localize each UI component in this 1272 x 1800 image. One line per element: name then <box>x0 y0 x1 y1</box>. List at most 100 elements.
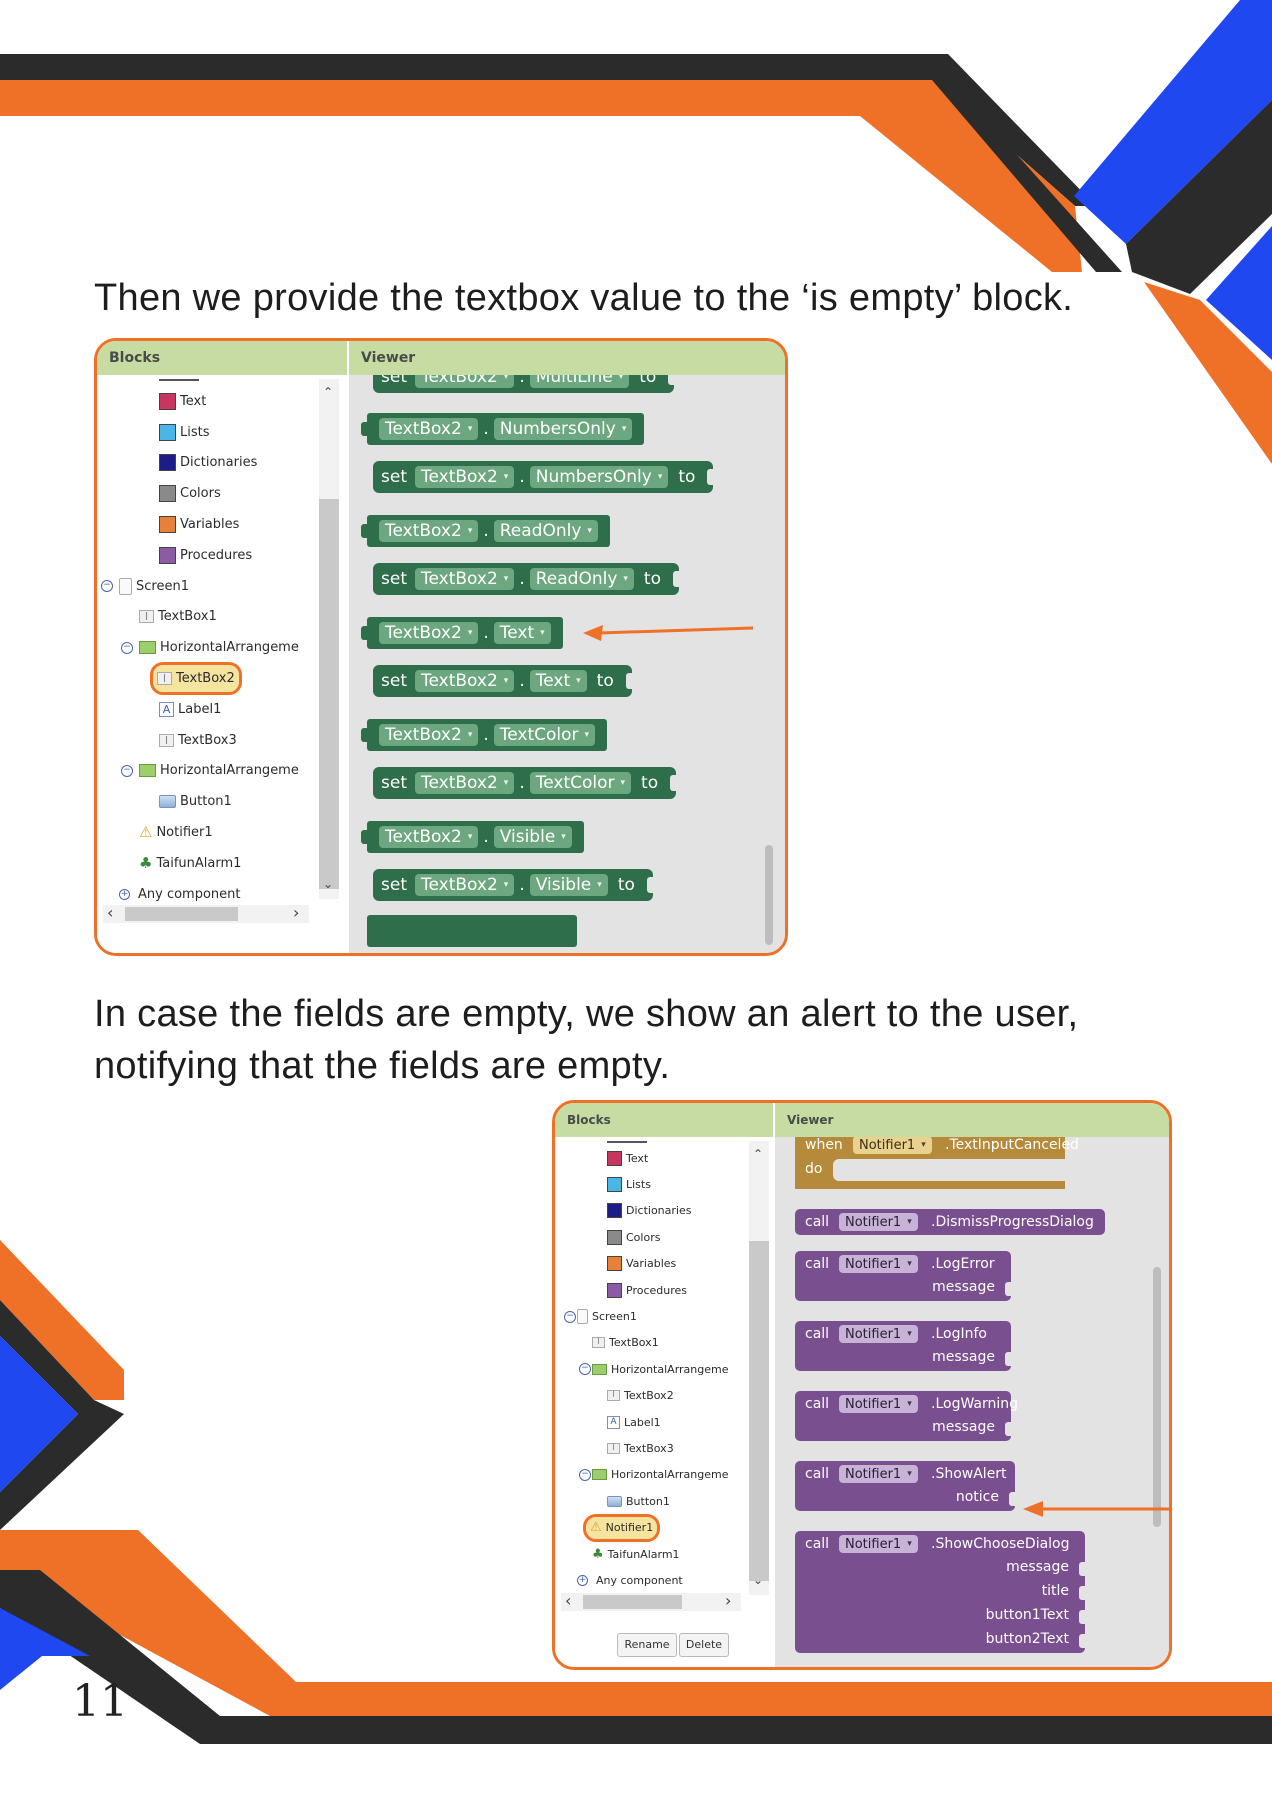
property-dropdown[interactable]: Text ▾ <box>529 670 587 692</box>
component-dropdown[interactable]: TextBox2 ▾ <box>379 622 479 644</box>
component-dropdown[interactable]: TextBox2 ▾ <box>379 724 479 746</box>
property-dropdown[interactable]: NumbersOnly ▾ <box>529 466 669 488</box>
scrollbar-thumb[interactable] <box>319 499 339 889</box>
scrollbar-thumb[interactable] <box>749 1241 769 1581</box>
property-dropdown[interactable]: TextColor ▾ <box>493 724 596 746</box>
component-dropdown[interactable]: Notifier1 ▾ <box>839 1535 918 1553</box>
tree-item[interactable]: − Screen1 <box>101 571 189 602</box>
expand-toggle-icon[interactable]: + <box>119 888 130 900</box>
getter-block[interactable]: TextBox2 ▾. ReadOnly ▾ <box>361 515 610 547</box>
tree-item[interactable]: A Label1 <box>607 1409 661 1435</box>
collapse-toggle-icon[interactable]: − <box>564 1310 576 1323</box>
component-dropdown[interactable]: TextBox2 ▾ <box>414 375 515 388</box>
method-call-block[interactable]: call Notifier1 ▾ .LogInfo message <box>795 1321 1011 1371</box>
blocks-viewer[interactable]: set TextBox2 ▾. MultiLine ▾ to TextBox2 ▾. Numbe… <box>349 375 785 953</box>
component-dropdown[interactable]: Notifier1 ▾ <box>839 1395 918 1413</box>
tree-item[interactable]: ♣ TaifunAlarm1 <box>592 1541 680 1567</box>
tree-item[interactable]: − Screen1 <box>564 1303 637 1329</box>
setter-block[interactable]: set TextBox2 ▾. Visible ▾ to <box>373 869 653 901</box>
scroll-left-icon[interactable]: ‹ <box>107 903 113 922</box>
tree-vertical-scrollbar[interactable]: ⌃ ⌄ <box>749 1141 769 1595</box>
blocks-viewer[interactable]: when Notifier1 ▾ .TextInputCanceled do call No… <box>775 1137 1169 1667</box>
tree-item[interactable]: Variables <box>607 1251 676 1277</box>
event-handler-block[interactable]: when Notifier1 ▾ .TextInputCanceled do <box>795 1137 1079 1189</box>
method-call-block[interactable]: call Notifier1 ▾ .ShowAlert notice <box>795 1461 1015 1511</box>
method-call-block[interactable]: call Notifier1 ▾ .LogWarning message <box>795 1391 1018 1441</box>
scroll-down-icon[interactable]: ⌄ <box>323 877 333 891</box>
scroll-left-icon[interactable]: ‹ <box>565 1591 571 1610</box>
viewer-scrollbar[interactable] <box>765 845 773 945</box>
collapse-toggle-icon[interactable]: − <box>579 1363 591 1376</box>
delete-button[interactable]: Delete <box>679 1633 729 1657</box>
tree-item[interactable]: Procedures <box>607 1277 687 1303</box>
tree-item[interactable]: − HorizontalArrangeme <box>121 632 299 663</box>
tree-item[interactable]: Text <box>159 386 206 417</box>
tree-item[interactable]: − HorizontalArrangeme <box>579 1462 729 1488</box>
tree-item[interactable]: I TextBox2 <box>150 662 242 695</box>
getter-block[interactable]: TextBox2 ▾. Text ▾ <box>361 617 563 649</box>
property-dropdown[interactable]: NumbersOnly ▾ <box>493 418 633 440</box>
tree-item[interactable]: ♣ TaifunAlarm1 <box>139 848 241 879</box>
component-dropdown[interactable]: Notifier1 ▾ <box>839 1325 918 1343</box>
property-dropdown[interactable]: Visible ▾ <box>529 874 608 896</box>
component-dropdown[interactable]: TextBox2 ▾ <box>379 520 479 542</box>
tree-vertical-scrollbar[interactable]: ⌃ ⌄ <box>319 379 339 899</box>
tree-item[interactable]: Text <box>607 1145 648 1171</box>
tree-item[interactable]: Colors <box>159 478 221 509</box>
tree-item[interactable]: Colors <box>607 1224 660 1250</box>
getter-block[interactable]: TextBox2 ▾. Visible ▾ <box>361 821 584 853</box>
collapse-toggle-icon[interactable]: − <box>121 764 133 777</box>
tree-item[interactable]: Lists <box>159 417 210 448</box>
component-dropdown[interactable]: Notifier1 ▾ <box>839 1213 918 1231</box>
property-dropdown[interactable]: Visible ▾ <box>493 826 572 848</box>
setter-block[interactable]: set TextBox2 ▾. Text ▾ to <box>373 665 632 697</box>
tree-item[interactable]: A Label1 <box>159 694 221 725</box>
getter-block[interactable]: TextBox2 ▾. TextColor ▾ <box>361 719 608 751</box>
method-call-block[interactable]: call Notifier1 ▾ .LogError message <box>795 1251 1011 1301</box>
getter-block[interactable]: TextBox2 ▾. NumbersOnly ▾ <box>361 413 645 445</box>
property-dropdown[interactable]: ReadOnly ▾ <box>529 568 634 590</box>
tree-item[interactable]: I TextBox3 <box>159 725 237 756</box>
setter-block[interactable]: set TextBox2 ▾. ReadOnly ▾ to <box>373 563 679 595</box>
collapse-toggle-icon[interactable]: − <box>579 1468 591 1481</box>
viewer-scrollbar[interactable] <box>1153 1267 1161 1527</box>
scroll-down-icon[interactable]: ⌄ <box>753 1573 763 1587</box>
property-dropdown[interactable]: TextColor ▾ <box>529 772 632 794</box>
tree-item[interactable]: Variables <box>159 509 239 540</box>
tree-item[interactable]: I TextBox3 <box>607 1435 674 1461</box>
scroll-right-icon[interactable]: › <box>725 1591 731 1610</box>
component-dropdown[interactable]: Notifier1 ▾ <box>853 1137 932 1154</box>
setter-block[interactable]: set TextBox2 ▾. NumbersOnly ▾ to <box>373 461 714 493</box>
property-dropdown[interactable]: Text ▾ <box>493 622 551 644</box>
tree-item[interactable]: − HorizontalArrangeme <box>121 756 299 787</box>
tree-item[interactable]: I TextBox1 <box>139 602 217 633</box>
tree-item[interactable]: − HorizontalArrangeme <box>579 1356 729 1382</box>
tree-item[interactable]: ⚠ Notifier1 <box>582 1513 661 1543</box>
component-dropdown[interactable]: Notifier1 ▾ <box>839 1465 918 1483</box>
tree-item[interactable]: I TextBox2 <box>607 1383 674 1409</box>
expand-toggle-icon[interactable]: + <box>577 1575 588 1587</box>
tree-item[interactable]: Button1 <box>607 1488 670 1514</box>
collapse-toggle-icon[interactable]: − <box>101 580 113 593</box>
property-dropdown[interactable]: ReadOnly ▾ <box>493 520 598 542</box>
component-dropdown[interactable]: TextBox2 ▾ <box>414 466 515 488</box>
tree-item[interactable]: I TextBox1 <box>592 1330 659 1356</box>
component-dropdown[interactable]: TextBox2 ▾ <box>414 670 515 692</box>
tree-horizontal-scrollbar[interactable]: ‹ › <box>103 903 309 923</box>
setter-block[interactable]: set TextBox2 ▾. TextColor ▾ to <box>373 767 677 799</box>
tree-item[interactable]: Dictionaries <box>607 1198 691 1224</box>
tree-item[interactable]: Procedures <box>159 540 252 571</box>
tree-item[interactable]: Dictionaries <box>159 448 257 479</box>
tree-item[interactable]: + Any component <box>577 1567 683 1593</box>
scroll-up-icon[interactable]: ⌃ <box>753 1147 763 1161</box>
component-dropdown[interactable]: TextBox2 ▾ <box>414 772 515 794</box>
tree-item[interactable]: ⚠ Notifier1 <box>139 817 213 848</box>
tree-item[interactable]: Button1 <box>159 786 232 817</box>
component-dropdown[interactable]: TextBox2 ▾ <box>414 874 515 896</box>
property-dropdown[interactable]: MultiLine ▾ <box>529 375 630 388</box>
tree-horizontal-scrollbar[interactable]: ‹ › <box>561 1591 741 1611</box>
component-dropdown[interactable]: TextBox2 ▾ <box>379 826 479 848</box>
scroll-up-icon[interactable]: ⌃ <box>323 385 333 399</box>
component-dropdown[interactable]: TextBox2 ▾ <box>414 568 515 590</box>
collapse-toggle-icon[interactable]: − <box>121 641 133 654</box>
